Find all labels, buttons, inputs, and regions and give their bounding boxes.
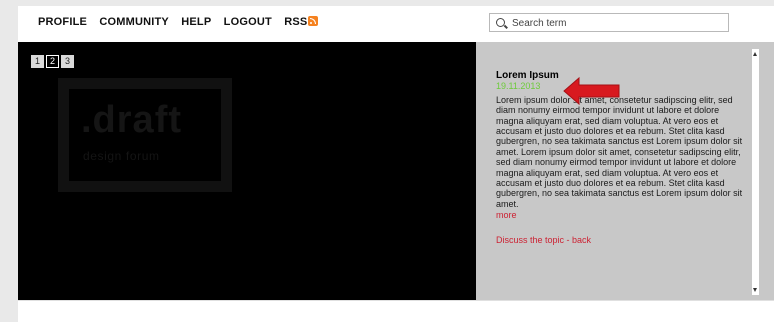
- article-sidebar: Lorem Ipsum 19.11.2013 Lorem ipsum dolor…: [476, 42, 774, 300]
- rss-icon: [308, 16, 319, 26]
- search-input[interactable]: [510, 15, 724, 32]
- slide-pager: 123: [31, 51, 76, 69]
- article-scrollbar[interactable]: [752, 49, 759, 295]
- main-menu: PROFILE COMMUNITY HELP LOGOUT RSS: [38, 16, 319, 28]
- red-arrow-annotation-icon: [563, 76, 620, 106]
- nav-profile-link[interactable]: PROFILE: [38, 16, 87, 28]
- nav-rss-link[interactable]: RSS: [284, 16, 319, 28]
- rss-label: RSS: [284, 16, 308, 28]
- nav-community-link[interactable]: COMMUNITY: [99, 16, 169, 28]
- page-frame: PROFILE COMMUNITY HELP LOGOUT RSS 123 .d…: [18, 6, 774, 322]
- link-separator: -: [564, 234, 573, 245]
- slideshow-panel: 123 .draft design forum: [18, 42, 476, 300]
- logo-tagline: design forum: [83, 149, 160, 163]
- draft-logo: .draft design forum: [58, 78, 232, 192]
- slide-page-2-active[interactable]: 2: [46, 55, 59, 68]
- article-body: Lorem ipsum dolor sit amet, consetetur s…: [496, 94, 743, 209]
- scroll-down-arrow-icon[interactable]: [753, 288, 757, 292]
- scroll-up-arrow-icon[interactable]: [753, 52, 757, 56]
- nav-help-link[interactable]: HELP: [181, 16, 211, 28]
- discuss-link[interactable]: Discuss the topic: [496, 235, 564, 245]
- back-link[interactable]: back: [572, 235, 591, 245]
- nav-logout-link[interactable]: LOGOUT: [224, 16, 272, 28]
- page-footer: [18, 300, 774, 322]
- more-link[interactable]: more: [496, 210, 744, 220]
- article-actions: Discuss the topic - back: [496, 235, 744, 245]
- slide-page-3[interactable]: 3: [61, 55, 74, 68]
- logo-wordmark: .draft: [81, 99, 182, 141]
- top-navigation-bar: PROFILE COMMUNITY HELP LOGOUT RSS: [18, 6, 774, 42]
- search-icon[interactable]: [496, 18, 505, 27]
- slide-page-1[interactable]: 1: [31, 55, 44, 68]
- search-box[interactable]: [489, 13, 729, 32]
